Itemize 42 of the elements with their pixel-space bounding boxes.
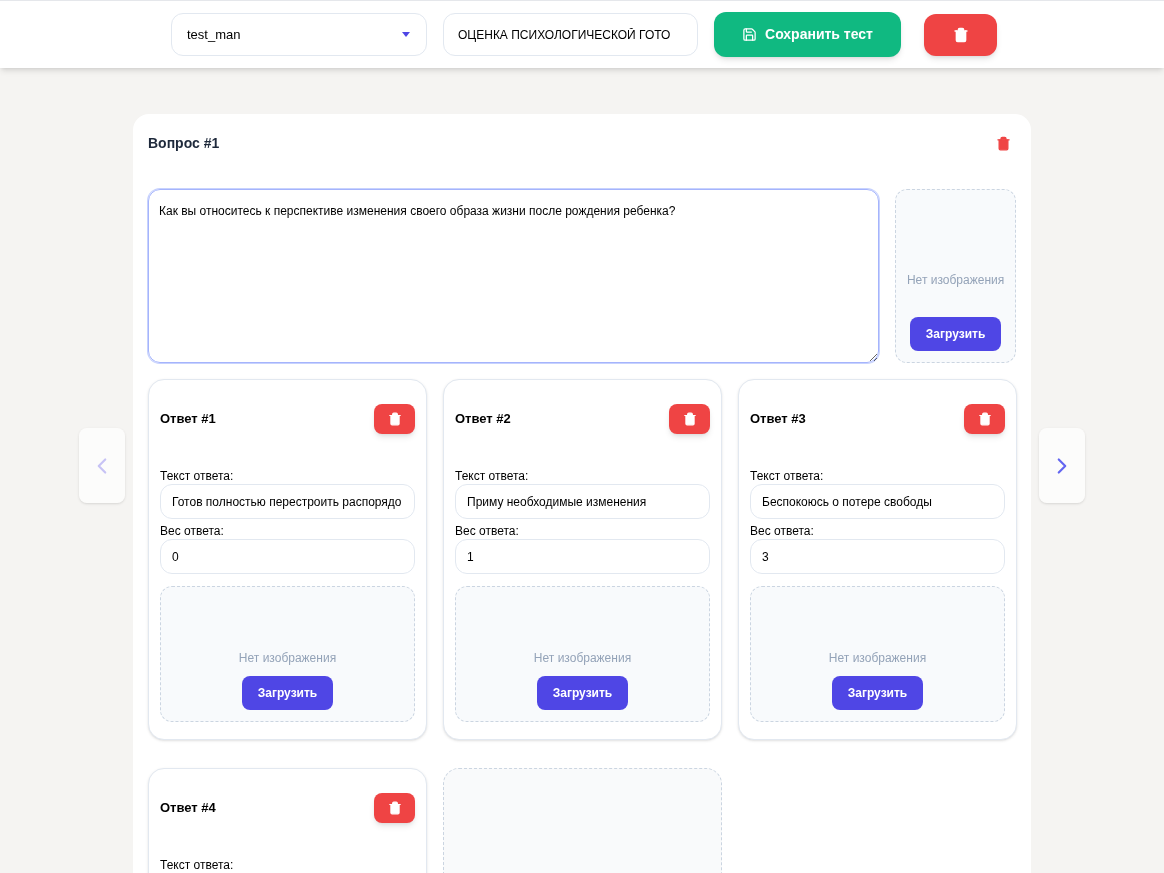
trash-icon[interactable] bbox=[996, 136, 1011, 151]
no-image-text: Нет изображения bbox=[238, 650, 337, 667]
delete-answer-button[interactable] bbox=[669, 403, 710, 434]
trash-icon bbox=[952, 26, 969, 43]
no-image-text: Нет изображения bbox=[533, 650, 632, 667]
field-label: Текст ответа: bbox=[750, 468, 825, 484]
delete-test-button[interactable] bbox=[924, 13, 997, 56]
test-title-field[interactable]: ОЦЕНКА ПСИХОЛОГИЧЕСКОЙ ГОТО bbox=[443, 13, 698, 56]
field-label: Вес ответа: bbox=[160, 523, 225, 539]
trash-icon bbox=[682, 411, 697, 426]
trash-icon bbox=[387, 411, 402, 426]
trash-icon bbox=[387, 800, 402, 815]
field-label: Текст ответа: bbox=[455, 468, 530, 484]
no-image-text: Нет изображения bbox=[828, 650, 927, 667]
answer-title: Ответ #4 bbox=[160, 798, 216, 817]
upload-button[interactable]: Загрузить bbox=[909, 317, 1002, 351]
caret-icon bbox=[402, 32, 410, 37]
answer-weight-field[interactable]: 0 bbox=[160, 539, 415, 574]
field-label: Вес ответа: bbox=[750, 523, 815, 539]
answer-text-field[interactable]: Приму необходимые изменения bbox=[455, 484, 710, 519]
answer-text-field[interactable]: Готов полностью перестроить распорядо bbox=[160, 484, 415, 519]
delete-answer-button[interactable] bbox=[964, 403, 1005, 434]
field-label: Текст ответа: bbox=[160, 857, 235, 873]
answer-weight-field[interactable]: 3 bbox=[750, 539, 1005, 574]
test-select[interactable]: test_man bbox=[171, 13, 427, 56]
upload-button[interactable]: Загрузить bbox=[536, 676, 629, 710]
answer-text-field[interactable]: Беспокоюсь о потере свободы bbox=[750, 484, 1005, 519]
answer-title: Ответ #3 bbox=[750, 409, 806, 428]
field-label: Вес ответа: bbox=[455, 523, 520, 539]
question-text-field[interactable]: Как вы относитесь к перспективе изменения своего образа жизни после рождения ребенка? bbox=[148, 189, 880, 363]
upload-button[interactable]: Загрузить bbox=[831, 676, 924, 710]
delete-answer-button[interactable] bbox=[374, 403, 415, 434]
upload-button[interactable]: Загрузить bbox=[241, 676, 334, 710]
answer-weight-field[interactable]: 1 bbox=[455, 539, 710, 574]
field-label: Текст ответа: bbox=[160, 468, 235, 484]
answer-title: Ответ #1 bbox=[160, 409, 216, 428]
delete-answer-button[interactable] bbox=[374, 792, 415, 823]
question-title: Вопрос #1 bbox=[148, 134, 220, 153]
trash-icon bbox=[977, 411, 992, 426]
save-icon bbox=[742, 27, 757, 42]
answer-title: Ответ #2 bbox=[455, 409, 511, 428]
no-image-text: Нет изображения bbox=[906, 272, 1005, 289]
